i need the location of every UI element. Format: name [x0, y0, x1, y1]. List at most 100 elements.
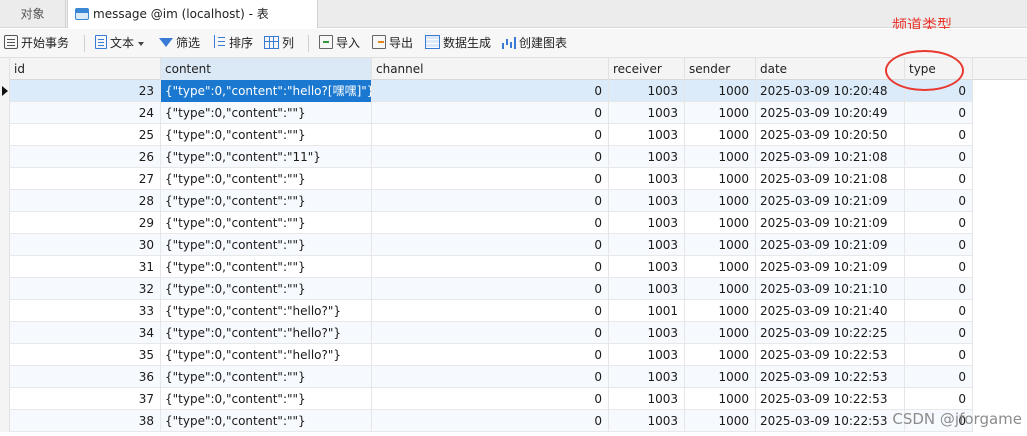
cell-sender[interactable]: 1000 — [685, 168, 756, 190]
cell-channel[interactable]: 0 — [372, 278, 609, 300]
cell-sender[interactable]: 1000 — [685, 80, 756, 102]
cell-id[interactable]: 27 — [10, 168, 161, 190]
sort-button[interactable]: 排序 — [212, 29, 253, 58]
cell-date[interactable]: 2025-03-09 10:22:53 — [756, 344, 905, 366]
cell-content[interactable]: {"type":0,"content":"11"} — [161, 146, 372, 168]
cell-date[interactable]: 2025-03-09 10:21:09 — [756, 256, 905, 278]
cell-type[interactable]: 0 — [905, 388, 973, 410]
cell-id[interactable]: 24 — [10, 102, 161, 124]
row-selector[interactable] — [0, 102, 10, 124]
cell-content[interactable]: {"type":0,"content":""} — [161, 102, 372, 124]
cell-date[interactable]: 2025-03-09 10:22:53 — [756, 410, 905, 432]
cell-receiver[interactable]: 1003 — [609, 212, 685, 234]
cell-content[interactable]: {"type":0,"content":""} — [161, 278, 372, 300]
cell-sender[interactable]: 1000 — [685, 322, 756, 344]
cell-id[interactable]: 25 — [10, 124, 161, 146]
cell-sender[interactable]: 1000 — [685, 212, 756, 234]
table-row[interactable]: 35 {"type":0,"content":"hello?"} 0 1003 1000… — [0, 344, 973, 366]
cell-type[interactable]: 0 — [905, 278, 973, 300]
cell-channel[interactable]: 0 — [372, 234, 609, 256]
row-selector[interactable] — [0, 190, 10, 212]
cell-id[interactable]: 37 — [10, 388, 161, 410]
table-row[interactable]: 26 {"type":0,"content":"11"} 0 1003 1000 2025… — [0, 146, 973, 168]
cell-id[interactable]: 34 — [10, 322, 161, 344]
cell-type[interactable]: 0 — [905, 322, 973, 344]
cell-sender[interactable]: 1000 — [685, 344, 756, 366]
cell-date[interactable]: 2025-03-09 10:20:48 — [756, 80, 905, 102]
cell-id[interactable]: 23 — [10, 80, 161, 102]
cell-sender[interactable]: 1000 — [685, 366, 756, 388]
cell-channel[interactable]: 0 — [372, 80, 609, 102]
begin-transaction-button[interactable]: 开始事务 — [4, 29, 69, 58]
cell-channel[interactable]: 0 — [372, 212, 609, 234]
cell-content[interactable]: {"type":0,"content":"hello?[嘿嘿]"} — [161, 80, 372, 102]
cell-sender[interactable]: 1000 — [685, 388, 756, 410]
cell-id[interactable]: 30 — [10, 234, 161, 256]
cell-receiver[interactable]: 1003 — [609, 344, 685, 366]
cell-receiver[interactable]: 1003 — [609, 102, 685, 124]
table-row[interactable]: 28 {"type":0,"content":""} 0 1003 1000 2025-0… — [0, 190, 973, 212]
column-header-content[interactable]: content — [161, 58, 372, 80]
cell-id[interactable]: 35 — [10, 344, 161, 366]
table-row[interactable]: 23 {"type":0,"content":"hello?[嘿嘿]"} 0 1003… — [0, 80, 973, 102]
cell-receiver[interactable]: 1003 — [609, 322, 685, 344]
cell-channel[interactable]: 0 — [372, 256, 609, 278]
row-selector[interactable] — [0, 410, 10, 432]
cell-type[interactable]: 0 — [905, 168, 973, 190]
cell-id[interactable]: 38 — [10, 410, 161, 432]
cell-content[interactable]: {"type":0,"content":""} — [161, 410, 372, 432]
cell-channel[interactable]: 0 — [372, 190, 609, 212]
cell-receiver[interactable]: 1003 — [609, 168, 685, 190]
cell-sender[interactable]: 1000 — [685, 102, 756, 124]
cell-date[interactable]: 2025-03-09 10:21:09 — [756, 212, 905, 234]
cell-type[interactable]: 0 — [905, 102, 973, 124]
row-selector[interactable] — [0, 322, 10, 344]
cell-date[interactable]: 2025-03-09 10:21:09 — [756, 190, 905, 212]
tab-message-table[interactable]: message @im (localhost) - 表 — [67, 0, 318, 28]
cell-channel[interactable]: 0 — [372, 300, 609, 322]
cell-date[interactable]: 2025-03-09 10:22:53 — [756, 366, 905, 388]
row-selector[interactable] — [0, 300, 10, 322]
table-row[interactable]: 32 {"type":0,"content":""} 0 1003 1000 2025-0… — [0, 278, 973, 300]
cell-receiver[interactable]: 1003 — [609, 190, 685, 212]
column-header-channel[interactable]: channel — [372, 58, 609, 80]
cell-type[interactable]: 0 — [905, 146, 973, 168]
cell-id[interactable]: 36 — [10, 366, 161, 388]
table-row[interactable]: 37 {"type":0,"content":""} 0 1003 1000 2025-0… — [0, 388, 973, 410]
text-view-button[interactable]: 文本 — [95, 29, 145, 58]
cell-channel[interactable]: 0 — [372, 410, 609, 432]
cell-content[interactable]: {"type":0,"content":""} — [161, 124, 372, 146]
row-selector[interactable] — [0, 124, 10, 146]
cell-sender[interactable]: 1000 — [685, 256, 756, 278]
cell-date[interactable]: 2025-03-09 10:21:10 — [756, 278, 905, 300]
import-button[interactable]: 导入 — [319, 29, 360, 58]
cell-receiver[interactable]: 1003 — [609, 256, 685, 278]
cell-content[interactable]: {"type":0,"content":"hello?"} — [161, 322, 372, 344]
cell-id[interactable]: 29 — [10, 212, 161, 234]
columns-button[interactable]: 列 — [264, 29, 294, 58]
table-row[interactable]: 33 {"type":0,"content":"hello?"} 0 1001 1000… — [0, 300, 973, 322]
cell-date[interactable]: 2025-03-09 10:20:50 — [756, 124, 905, 146]
cell-sender[interactable]: 1000 — [685, 410, 756, 432]
cell-sender[interactable]: 1000 — [685, 124, 756, 146]
row-selector[interactable] — [0, 168, 10, 190]
filter-button[interactable]: 筛选 — [159, 29, 200, 58]
cell-content[interactable]: {"type":0,"content":"hello?"} — [161, 300, 372, 322]
data-generation-button[interactable]: 数据生成 — [425, 29, 491, 58]
row-selector[interactable] — [0, 234, 10, 256]
cell-content[interactable]: {"type":0,"content":""} — [161, 256, 372, 278]
current-row-indicator[interactable] — [0, 80, 10, 102]
cell-date[interactable]: 2025-03-09 10:20:49 — [756, 102, 905, 124]
table-row[interactable]: 27 {"type":0,"content":""} 0 1003 1000 2025-0… — [0, 168, 973, 190]
create-chart-button[interactable]: 创建图表 — [501, 29, 567, 58]
row-selector[interactable] — [0, 256, 10, 278]
cell-receiver[interactable]: 1003 — [609, 146, 685, 168]
column-header-sender[interactable]: sender — [685, 58, 756, 80]
cell-content[interactable]: {"type":0,"content":"hello?"} — [161, 344, 372, 366]
cell-channel[interactable]: 0 — [372, 322, 609, 344]
cell-channel[interactable]: 0 — [372, 388, 609, 410]
cell-content[interactable]: {"type":0,"content":""} — [161, 212, 372, 234]
column-header-id[interactable]: id — [10, 58, 161, 80]
row-selector[interactable] — [0, 146, 10, 168]
cell-type[interactable]: 0 — [905, 124, 973, 146]
